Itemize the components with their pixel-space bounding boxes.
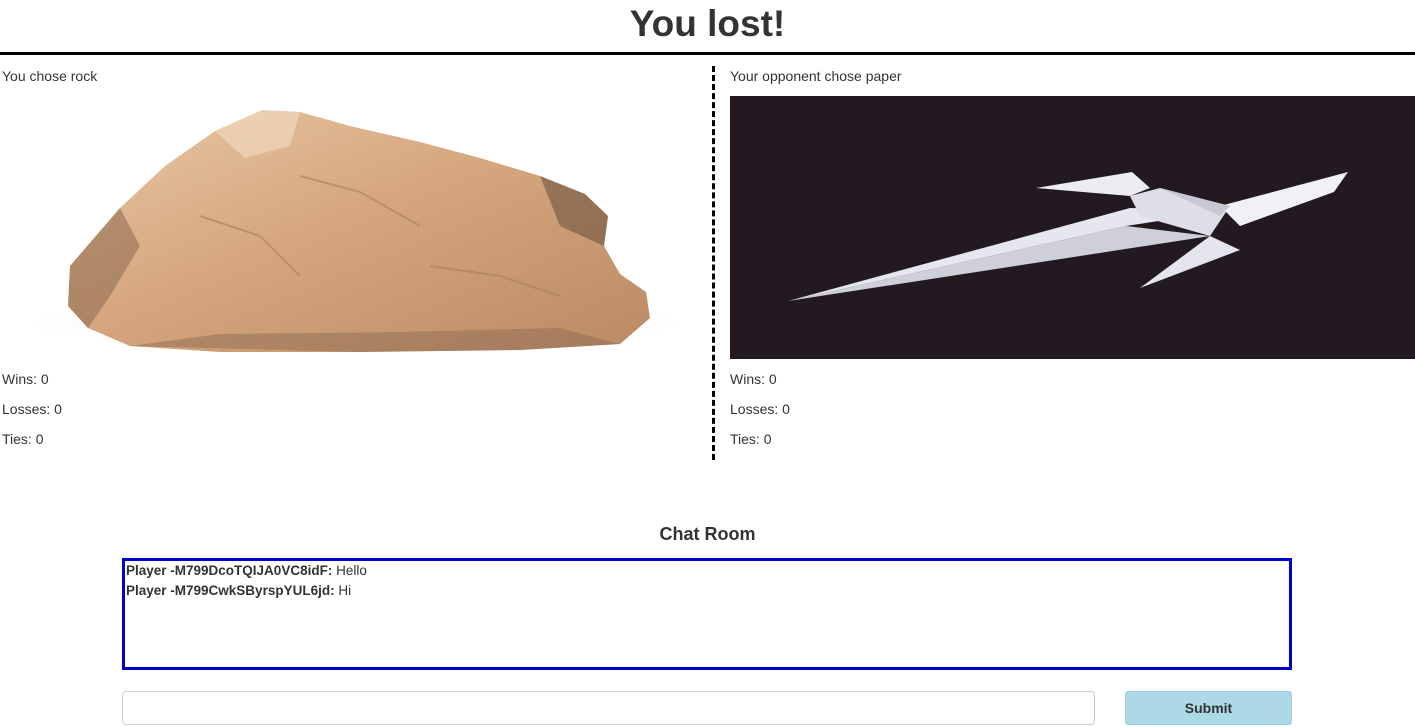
chat-message: Player -M799CwkSByrspYUL6jd: Hi [125,581,1289,601]
rock-image [6,110,706,352]
panel-divider [712,66,715,460]
opponent-losses: Losses: 0 [730,401,790,417]
chat-message-author: Player -M799CwkSByrspYUL6jd: [126,583,335,598]
chat-messages-box[interactable]: Player -M799DcoTQIJA0VC8idF: Hello Playe… [122,558,1292,670]
chat-message: Player -M799DcoTQIJA0VC8idF: Hello [125,561,1289,581]
player-ties: Ties: 0 [2,431,44,447]
chat-message-author: Player -M799DcoTQIJA0VC8idF: [126,563,333,578]
player-choice-text: You chose rock [2,68,98,84]
chat-message-text: Hello [332,563,367,578]
chat-message-input[interactable] [122,691,1095,725]
title-divider [0,52,1415,55]
submit-button[interactable]: Submit [1125,691,1292,725]
player-losses: Losses: 0 [2,401,62,417]
opponent-wins: Wins: 0 [730,371,777,387]
paper-image [730,96,1415,359]
opponent-ties: Ties: 0 [730,431,772,447]
chat-message-text: Hi [334,583,352,598]
chat-room-heading: Chat Room [659,524,756,544]
opponent-choice-text: Your opponent chose paper [730,68,902,84]
result-title: You lost! [629,3,786,44]
player-wins: Wins: 0 [2,371,49,387]
